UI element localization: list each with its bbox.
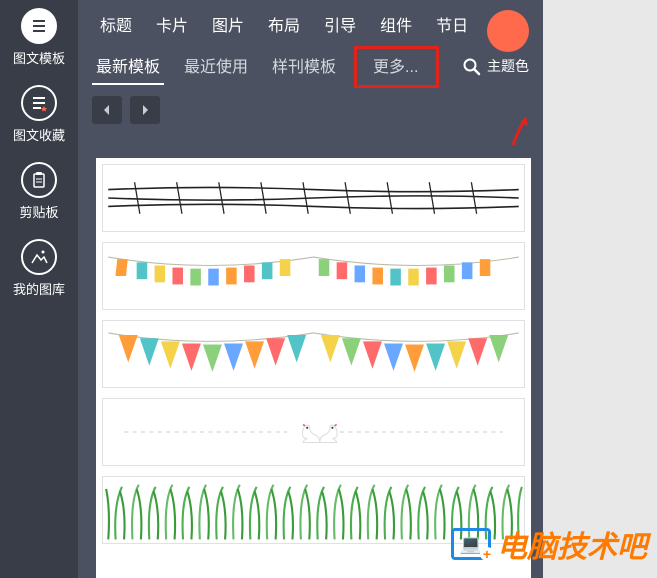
- template-list[interactable]: [96, 158, 531, 578]
- grass-icon: [103, 477, 524, 543]
- chevron-right-icon: [139, 104, 151, 116]
- chevron-left-icon: [101, 104, 113, 116]
- tab-recent[interactable]: 最近使用: [172, 47, 260, 87]
- template-item[interactable]: [102, 164, 525, 232]
- prev-button[interactable]: [92, 96, 122, 124]
- template-item[interactable]: [102, 398, 525, 466]
- cat-festival[interactable]: 节日: [424, 8, 480, 40]
- nav-arrows: [78, 88, 543, 128]
- swan-divider-icon: [103, 399, 524, 465]
- cat-component[interactable]: 组件: [368, 8, 424, 40]
- main-area: 标题 卡片 图片 布局 引导 组件 节日 最新模板 最近使用 样刊模板 更多..…: [78, 0, 657, 578]
- sidebar-item-my-gallery[interactable]: 我的图库: [13, 239, 65, 298]
- barbed-wire-icon: [103, 165, 524, 231]
- category-row: 标题 卡片 图片 布局 引导 组件 节日: [78, 0, 543, 40]
- template-item[interactable]: [102, 320, 525, 388]
- sidebar-item-label: 图文收藏: [13, 125, 65, 144]
- cat-guide[interactable]: 引导: [312, 8, 368, 40]
- theme-label: 主题色: [487, 56, 529, 76]
- next-button[interactable]: [130, 96, 160, 124]
- lines-icon: [21, 8, 57, 44]
- image-icon: [21, 239, 57, 275]
- clipboard-icon: [21, 162, 57, 198]
- theme-swatch[interactable]: [487, 10, 529, 52]
- cat-card[interactable]: 卡片: [144, 8, 200, 40]
- tab-latest[interactable]: 最新模板: [84, 47, 172, 87]
- cat-image[interactable]: 图片: [200, 8, 256, 40]
- cat-title[interactable]: 标题: [88, 8, 144, 40]
- tab-sample[interactable]: 样刊模板: [260, 47, 348, 87]
- template-item[interactable]: [102, 476, 525, 544]
- subtab-row: 最新模板 最近使用 样刊模板 更多...: [78, 40, 543, 88]
- sidebar-item-tuwen-template[interactable]: 图文模板: [13, 8, 65, 67]
- sidebar-item-label: 剪贴板: [19, 202, 58, 221]
- left-sidebar: 图文模板 图文收藏 剪贴板 我的图库: [0, 0, 78, 578]
- tab-more[interactable]: 更多...: [354, 46, 439, 88]
- search-button[interactable]: [461, 56, 483, 78]
- template-item[interactable]: [102, 242, 525, 310]
- sidebar-item-label: 图文模板: [13, 48, 65, 67]
- pennant-triangles-icon: [103, 321, 524, 387]
- bunting-flags-icon: [103, 243, 524, 309]
- theme-color: 主题色: [487, 10, 529, 76]
- sidebar-item-tuwen-favorite[interactable]: 图文收藏: [13, 85, 65, 144]
- lines-star-icon: [21, 85, 57, 121]
- template-panel: 标题 卡片 图片 布局 引导 组件 节日 最新模板 最近使用 样刊模板 更多..…: [78, 0, 543, 578]
- sidebar-item-clipboard[interactable]: 剪贴板: [19, 162, 58, 221]
- sidebar-item-label: 我的图库: [13, 279, 65, 298]
- cat-layout[interactable]: 布局: [256, 8, 312, 40]
- search-icon: [462, 57, 482, 77]
